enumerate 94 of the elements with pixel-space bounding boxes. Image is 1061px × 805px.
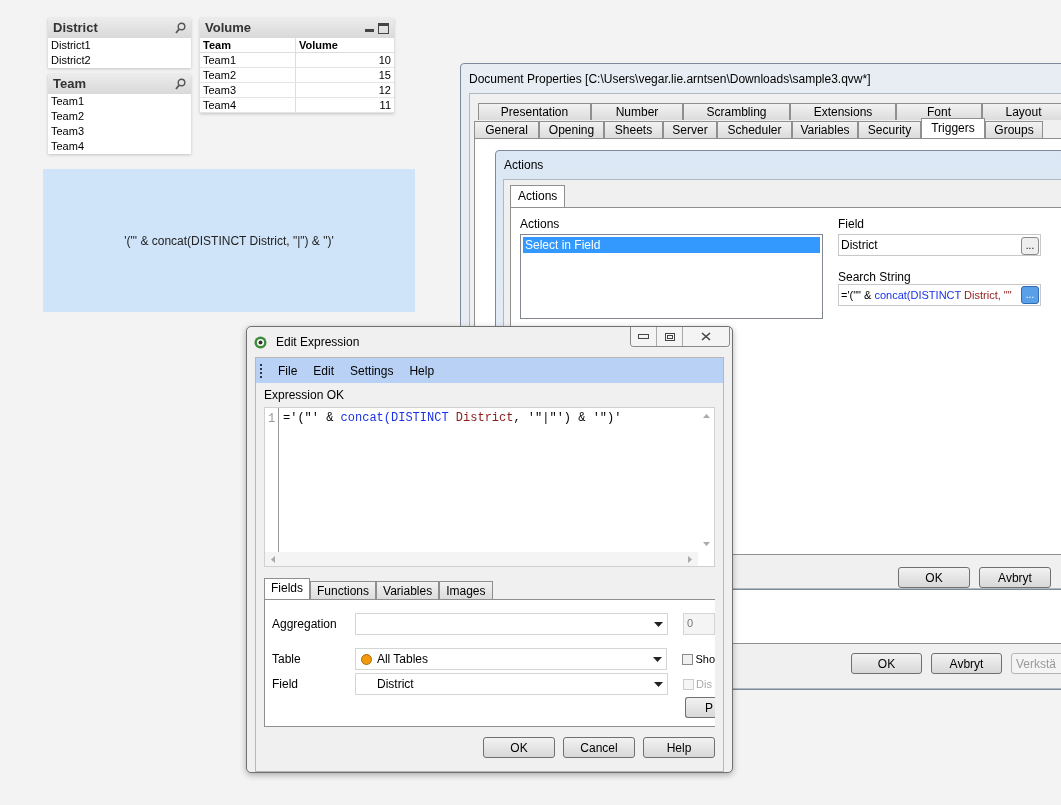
bullet-icon (360, 653, 372, 665)
expression-editor[interactable]: 1 ='("' & concat(DISTINCT District, '"|"') & '")' (264, 407, 715, 567)
tab[interactable]: Layout (982, 103, 1061, 120)
field-dropdown[interactable]: District (355, 673, 668, 695)
table-cell: Team4 (200, 98, 296, 112)
count-input[interactable]: 0 (683, 613, 715, 635)
restore-icon (664, 332, 675, 341)
dialog-button[interactable]: Cancel (563, 737, 635, 758)
scroll-left-icon (271, 555, 275, 563)
search-icon[interactable] (175, 78, 186, 90)
window-title: Document Properties [C:\Users\vegar.lie.arntsen\Downloads\sample3.qvw*] (469, 70, 871, 88)
column-header[interactable]: Team (200, 38, 296, 52)
list-item[interactable]: Team3 (48, 124, 191, 139)
list-item[interactable]: Team4 (48, 139, 191, 154)
window-title: Edit Expression (276, 334, 360, 351)
field-label: Table (272, 651, 302, 668)
scroll-up-icon (702, 414, 710, 418)
app-icon (254, 335, 267, 349)
browse-button[interactable]: ... (1021, 237, 1039, 255)
table-dropdown[interactable]: All Tables (354, 648, 668, 670)
table-cell: Team3 (200, 83, 296, 97)
table-title: Volume (205, 19, 251, 38)
scroll-right-icon (688, 555, 692, 563)
dropdown-caret-icon (654, 621, 663, 627)
tab[interactable]: Extensions (790, 103, 896, 120)
minimize-icon (638, 334, 649, 339)
dropdown-value: All Tables (376, 651, 428, 668)
horizontal-scrollbar[interactable] (265, 552, 698, 566)
dropdown-value: District (377, 676, 414, 693)
checkbox-label: Dis (696, 676, 712, 692)
field-label: Field (838, 216, 865, 233)
close-icon (701, 332, 711, 341)
field-label: Actions (520, 216, 561, 233)
list-item[interactable]: Team2 (48, 109, 191, 124)
column-header[interactable]: Volume (296, 38, 394, 52)
tab[interactable]: Scrambling (683, 103, 790, 120)
list-item[interactable]: District2 (48, 53, 191, 68)
tab[interactable]: Opening (539, 121, 604, 138)
table-cell-text: 11 (378, 98, 392, 112)
checkbox[interactable] (682, 653, 694, 665)
code-line: ='("' & concat(DISTINCT District, '"|"') & '")' (283, 411, 622, 425)
tab[interactable]: Functions (310, 581, 377, 599)
field-label: Search String (838, 269, 912, 283)
table-cell: Team2 (200, 68, 296, 82)
table-cell-text: 12 (377, 83, 392, 97)
menu-item[interactable]: Help (409, 361, 435, 380)
menu-item[interactable]: File (278, 361, 298, 380)
scroll-down-icon (702, 542, 710, 546)
dialog-button[interactable]: OK (851, 653, 922, 674)
field-label: Aggregation (272, 616, 338, 633)
tab[interactable]: Presentation (478, 103, 591, 120)
list-box-title: District (53, 19, 98, 38)
dialog-button[interactable]: Help (643, 737, 715, 758)
dialog-button[interactable]: OK (898, 567, 970, 588)
dialog-button[interactable]: OK (483, 737, 555, 758)
tab[interactable]: Number (591, 103, 683, 120)
list-item[interactable]: Team1 (48, 94, 191, 109)
restore-button[interactable] (657, 327, 683, 346)
maximize-icon[interactable] (378, 22, 389, 34)
table-cell: Team1 (200, 53, 296, 67)
dialog-button[interactable]: Avbryt (931, 653, 1002, 674)
field-label: Field (272, 676, 299, 693)
tab[interactable]: Security (858, 121, 921, 138)
tab[interactable]: Server (663, 121, 717, 138)
close-button[interactable] (683, 327, 729, 346)
list-item[interactable]: District1 (48, 38, 191, 53)
side-button[interactable]: P (685, 697, 715, 718)
dropdown-caret-icon (653, 656, 663, 662)
tab[interactable]: Actions (510, 185, 566, 207)
search-icon[interactable] (175, 22, 186, 34)
tab[interactable]: Images (439, 581, 493, 599)
expression-text: '("' & concat(DISTINCT District, "|") & ")' (124, 232, 334, 250)
tab[interactable]: General (474, 121, 539, 138)
checkbox-label: Sho (695, 651, 715, 667)
tab[interactable]: Variables (792, 121, 858, 138)
tab[interactable]: Groups (985, 121, 1043, 138)
search-string-text: ='("" & concat(DISTINCT District, "" (841, 287, 1012, 303)
status-text: Expression OK (264, 387, 346, 404)
tab[interactable]: Sheets (604, 121, 663, 138)
menu-item[interactable]: Settings (350, 361, 394, 380)
tab[interactable]: Scheduler (717, 121, 792, 138)
tab[interactable]: Font (896, 103, 982, 120)
dropdown-caret-icon (654, 681, 663, 687)
tab[interactable]: Fields (264, 578, 310, 599)
menu-item[interactable]: Edit (313, 361, 335, 380)
tab[interactable]: Variables (376, 581, 440, 599)
line-number: 1 (267, 411, 276, 428)
dialog-button[interactable]: Avbryt (979, 567, 1051, 588)
window-title: Actions (504, 157, 544, 174)
list-box-title: Team (53, 75, 86, 94)
minimize-button[interactable] (631, 327, 657, 346)
table-cell-text: 15 (377, 68, 392, 82)
tab[interactable]: Triggers (921, 118, 985, 138)
table-cell-text: 10 (377, 53, 392, 67)
